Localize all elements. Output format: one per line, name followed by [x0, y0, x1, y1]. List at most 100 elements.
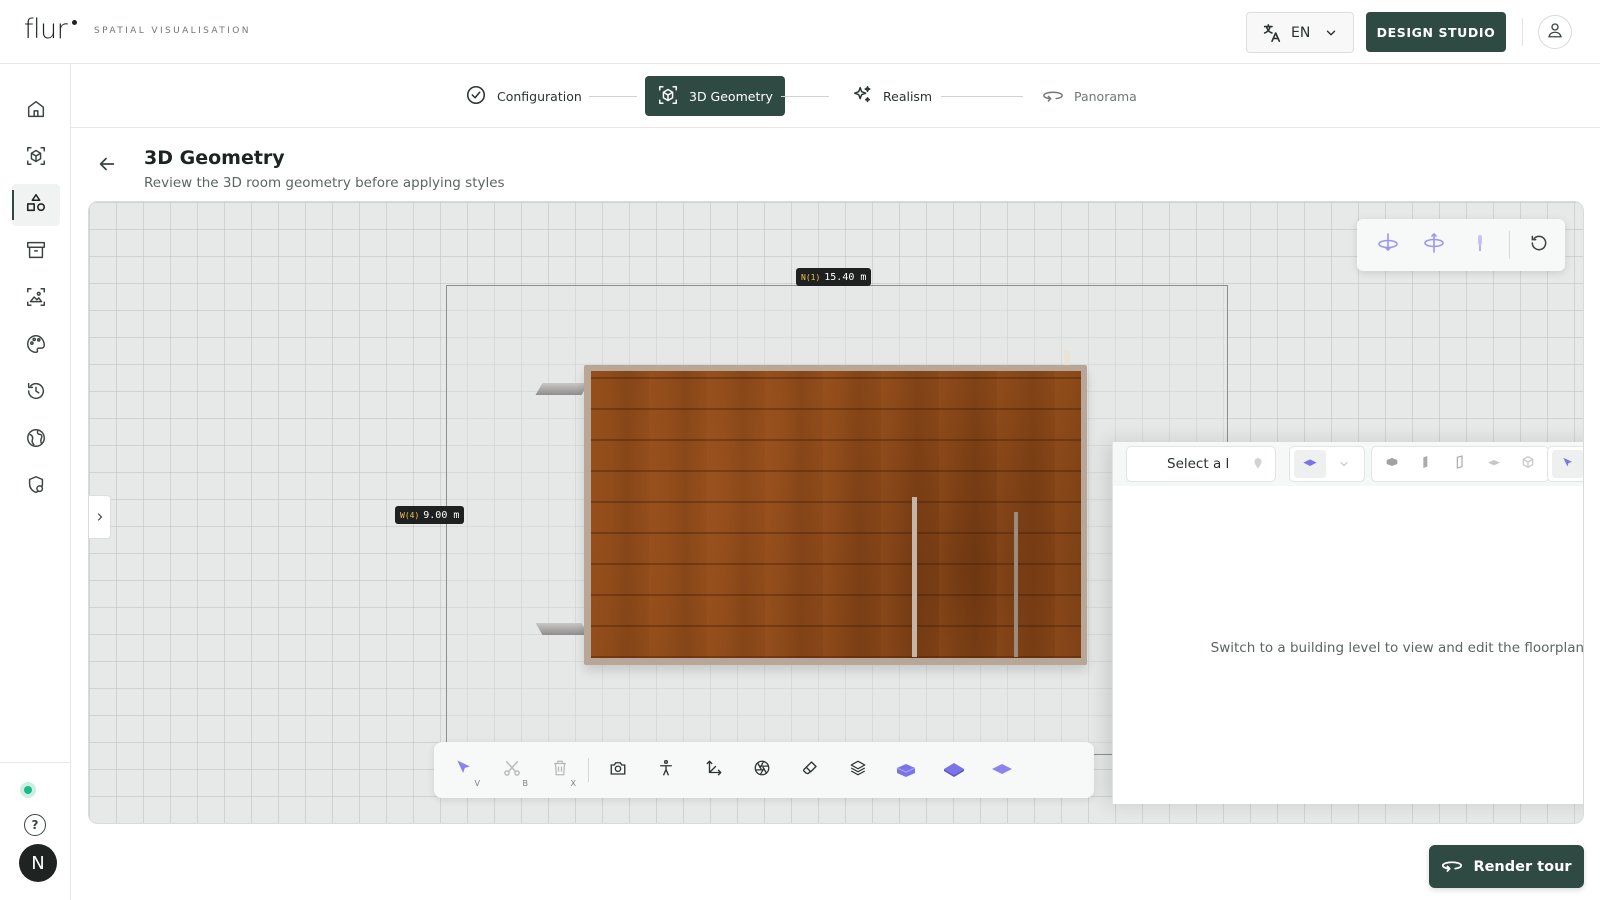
step-3d-geometry[interactable]: 3D Geometry	[645, 76, 785, 116]
chevron-down-icon	[1324, 26, 1338, 40]
aperture-tool[interactable]	[744, 752, 780, 788]
delete-tool[interactable]: X	[542, 752, 578, 788]
language-label: EN	[1291, 24, 1311, 41]
door-icon	[1452, 454, 1468, 474]
filter-ceiling-button[interactable]	[1478, 450, 1510, 478]
shapes-icon	[25, 192, 47, 218]
view-mode-dropdown[interactable]	[1328, 450, 1360, 478]
divider	[1522, 18, 1523, 46]
language-selector[interactable]: EN	[1246, 12, 1354, 53]
sidebar-item-images[interactable]	[12, 278, 60, 320]
measure-tool[interactable]	[696, 752, 732, 788]
camera-tools	[1357, 219, 1565, 271]
plane-view-tool[interactable]	[984, 752, 1020, 788]
roof-view-tool[interactable]	[936, 752, 972, 788]
history-icon	[25, 380, 47, 406]
dimension-label-north[interactable]: N(1) 15.40 m	[796, 268, 872, 286]
level-select[interactable]: Select a l	[1126, 446, 1276, 482]
walk-mode-button[interactable]	[1457, 225, 1503, 265]
back-button[interactable]	[96, 153, 118, 179]
sidebar-item-admin[interactable]	[12, 466, 60, 508]
ceiling-icon	[1486, 454, 1502, 474]
filter-object-button[interactable]	[1512, 450, 1544, 478]
top-bar: flur SPATIAL VISUALISATION EN DESIGN STU…	[0, 0, 1600, 64]
layers-icon	[849, 759, 867, 781]
view-mode-group	[1289, 446, 1365, 482]
connection-status-indicator	[20, 782, 36, 798]
dimension-tag: N(1)	[801, 272, 821, 282]
cube-scan-icon	[25, 145, 47, 171]
partition-wall[interactable]	[912, 497, 917, 657]
sidebar-item-3d-scan[interactable]	[12, 137, 60, 179]
filter-door-button[interactable]	[1444, 450, 1476, 478]
dimension-tag: W(4)	[400, 510, 420, 520]
image-edit-icon	[25, 286, 47, 312]
orbit-vertical-button[interactable]	[1411, 225, 1457, 265]
pointer-select-button[interactable]	[1552, 450, 1583, 478]
sidebar-item-geometry[interactable]	[12, 184, 60, 226]
element-filter-group	[1371, 446, 1549, 482]
sidebar-item-globe[interactable]	[12, 419, 60, 461]
chevron-down-icon	[1338, 455, 1350, 474]
camera-tool[interactable]	[600, 752, 636, 788]
user-menu-button[interactable]	[1538, 15, 1572, 49]
floorplan-empty-message: Switch to a building level to view and e…	[1210, 640, 1584, 656]
dimension-value: 15.40 m	[824, 271, 867, 283]
design-studio-button[interactable]: DESIGN STUDIO	[1366, 12, 1506, 52]
home-icon	[25, 98, 47, 124]
panel-toggle-button[interactable]	[89, 495, 111, 539]
chevron-right-icon	[94, 508, 106, 527]
partition-wall[interactable]	[1014, 512, 1018, 657]
layers-tool[interactable]	[840, 752, 876, 788]
level-select-placeholder: Select a l	[1167, 456, 1230, 472]
floor-view-tool[interactable]	[888, 752, 924, 788]
sidebar-item-history[interactable]	[12, 372, 60, 414]
help-icon: ?	[31, 818, 39, 832]
wooden-floor[interactable]	[591, 371, 1081, 658]
sparkles-icon	[851, 84, 873, 109]
app-tagline: SPATIAL VISUALISATION	[94, 26, 251, 36]
filter-wall-button[interactable]	[1410, 450, 1442, 478]
person-tool[interactable]	[648, 752, 684, 788]
step-label: Realism	[883, 88, 933, 104]
floor-mode-button[interactable]	[1294, 450, 1326, 478]
sidebar-item-styles[interactable]	[12, 325, 60, 367]
select-tool[interactable]: V	[446, 752, 482, 788]
viewport-toolbar: V B X	[434, 742, 1094, 798]
selection-tool-group	[1547, 446, 1583, 482]
reset-view-button[interactable]	[1516, 225, 1562, 265]
pin-icon	[1245, 451, 1271, 477]
help-button[interactable]: ?	[24, 814, 46, 836]
step-configuration[interactable]: Configuration	[465, 76, 582, 116]
cursor-icon	[1561, 455, 1575, 474]
sidebar-item-home[interactable]	[12, 90, 60, 132]
render-tour-button[interactable]: Render tour	[1429, 845, 1584, 888]
cursor-icon	[454, 758, 474, 782]
figure-icon	[1468, 231, 1492, 259]
filter-floor-button[interactable]	[1376, 450, 1408, 478]
logo[interactable]: flur	[24, 14, 68, 45]
dimension-label-west[interactable]: W(4) 9.00 m	[395, 506, 465, 524]
axis-icon	[705, 759, 723, 781]
person-icon	[657, 759, 675, 781]
orbit-horizontal-button[interactable]	[1365, 225, 1411, 265]
page-subtitle: Review the 3D room geometry before apply…	[144, 175, 505, 191]
cube-scan-icon	[657, 84, 679, 109]
3d-viewport[interactable]: N(1) 15.40 m W(4) 9.00 m V B X Select a …	[88, 201, 1584, 824]
avatar[interactable]: N	[19, 844, 57, 882]
step-panorama[interactable]: Panorama	[1042, 76, 1137, 116]
step-connector	[781, 96, 829, 97]
aperture-icon	[753, 759, 771, 781]
paint-tool[interactable]	[792, 752, 828, 788]
sidebar-item-archive[interactable]	[12, 231, 60, 273]
cut-tool[interactable]: B	[494, 752, 530, 788]
shortcut-key: V	[474, 779, 480, 788]
step-realism[interactable]: Realism	[851, 76, 932, 116]
orbit-horizontal-icon	[1376, 231, 1400, 259]
object-icon	[1520, 454, 1536, 474]
floor-box-icon	[894, 756, 918, 784]
shield-settings-icon	[25, 474, 47, 500]
logo-dot	[72, 20, 77, 25]
panorama-icon	[1441, 854, 1463, 880]
user-icon	[1546, 21, 1564, 43]
